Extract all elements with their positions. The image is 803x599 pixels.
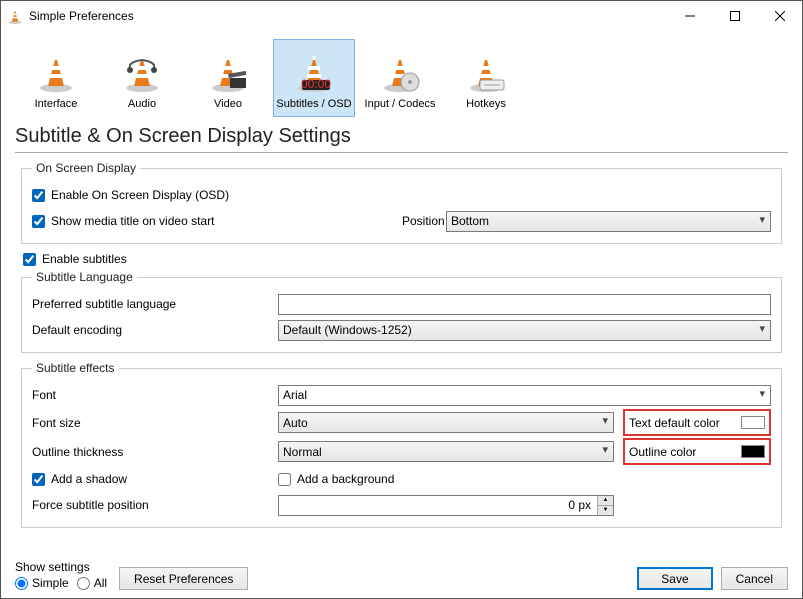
spin-up-icon[interactable]: ▲ [597, 496, 613, 506]
window-title: Simple Preferences [29, 9, 134, 23]
font-size-label: Font size [32, 416, 278, 430]
force-pos-label: Force subtitle position [32, 498, 278, 512]
show-simple-radio[interactable]: Simple [15, 576, 69, 590]
force-pos-stepper[interactable]: ▲▼ [278, 495, 614, 516]
app-icon [7, 8, 23, 24]
tab-label: Subtitles / OSD [276, 98, 351, 110]
divider [15, 152, 788, 153]
pref-lang-input[interactable] [278, 294, 771, 315]
tab-audio[interactable]: Audio [101, 39, 183, 117]
osd-group: On Screen Display Enable On Screen Displ… [21, 161, 782, 244]
enable-subtitles-checkbox[interactable]: Enable subtitles [23, 252, 782, 266]
position-label: Position [402, 214, 446, 228]
tab-label: Audio [128, 98, 156, 110]
maximize-button[interactable] [712, 1, 757, 31]
outline-color-row: Outline color [623, 438, 771, 465]
font-select[interactable]: Arial [278, 385, 771, 406]
spin-down-icon[interactable]: ▼ [597, 506, 613, 515]
minimize-button[interactable] [667, 1, 712, 31]
outline-select[interactable]: Normal [278, 441, 614, 462]
reset-button[interactable]: Reset Preferences [119, 567, 248, 590]
tab-interface[interactable]: Interface [15, 39, 97, 117]
show-all-radio[interactable]: All [77, 576, 107, 590]
outline-color-label: Outline color [629, 445, 696, 459]
show-settings: Show settings Simple All [15, 560, 107, 590]
text-color-row: Text default color [623, 409, 771, 436]
close-button[interactable] [757, 1, 802, 31]
tab-subtitles[interactable]: 00:00 Subtitles / OSD [273, 39, 355, 117]
encoding-label: Default encoding [32, 323, 278, 337]
tab-hotkeys[interactable]: Hotkeys [445, 39, 527, 117]
tab-video[interactable]: Video [187, 39, 269, 117]
tab-label: Input / Codecs [365, 98, 436, 110]
cancel-button[interactable]: Cancel [721, 567, 788, 590]
position-select[interactable]: Bottom [446, 211, 771, 232]
language-group: Subtitle Language Preferred subtitle lan… [21, 270, 782, 353]
show-title-checkbox[interactable]: Show media title on video start [32, 214, 402, 228]
shadow-checkbox[interactable]: Add a shadow [32, 472, 278, 486]
effects-legend: Subtitle effects [32, 361, 119, 375]
background-checkbox[interactable]: Add a background [278, 472, 394, 486]
effects-group: Subtitle effects Font Arial Font size Au… [21, 361, 782, 528]
text-color-swatch[interactable] [741, 416, 765, 429]
svg-text:00:00: 00:00 [301, 77, 331, 91]
show-settings-label: Show settings [15, 560, 107, 574]
font-size-select[interactable]: Auto [278, 412, 614, 433]
outline-color-swatch[interactable] [741, 445, 765, 458]
outline-label: Outline thickness [32, 445, 278, 459]
text-color-label: Text default color [629, 416, 720, 430]
tab-input[interactable]: Input / Codecs [359, 39, 441, 117]
titlebar: Simple Preferences [1, 1, 802, 31]
page-title: Subtitle & On Screen Display Settings [15, 125, 788, 148]
subtitle-cone-icon: 00:00 [294, 52, 334, 92]
category-tabs: Interface Audio Video 00:00 Subtitles / … [15, 39, 788, 117]
pref-lang-label: Preferred subtitle language [32, 297, 278, 311]
osd-legend: On Screen Display [32, 161, 140, 175]
font-label: Font [32, 388, 278, 402]
tab-label: Hotkeys [466, 98, 506, 110]
enable-osd-checkbox[interactable]: Enable On Screen Display (OSD) [32, 188, 229, 202]
save-button[interactable]: Save [637, 567, 712, 590]
tab-label: Video [214, 98, 242, 110]
keyboard-cone-icon [466, 52, 506, 92]
disc-cone-icon [380, 52, 420, 92]
clapper-cone-icon [208, 52, 248, 92]
tab-label: Interface [35, 98, 78, 110]
headphones-cone-icon [122, 52, 162, 92]
cone-icon [36, 52, 76, 92]
encoding-select[interactable]: Default (Windows-1252) [278, 320, 771, 341]
language-legend: Subtitle Language [32, 270, 137, 284]
